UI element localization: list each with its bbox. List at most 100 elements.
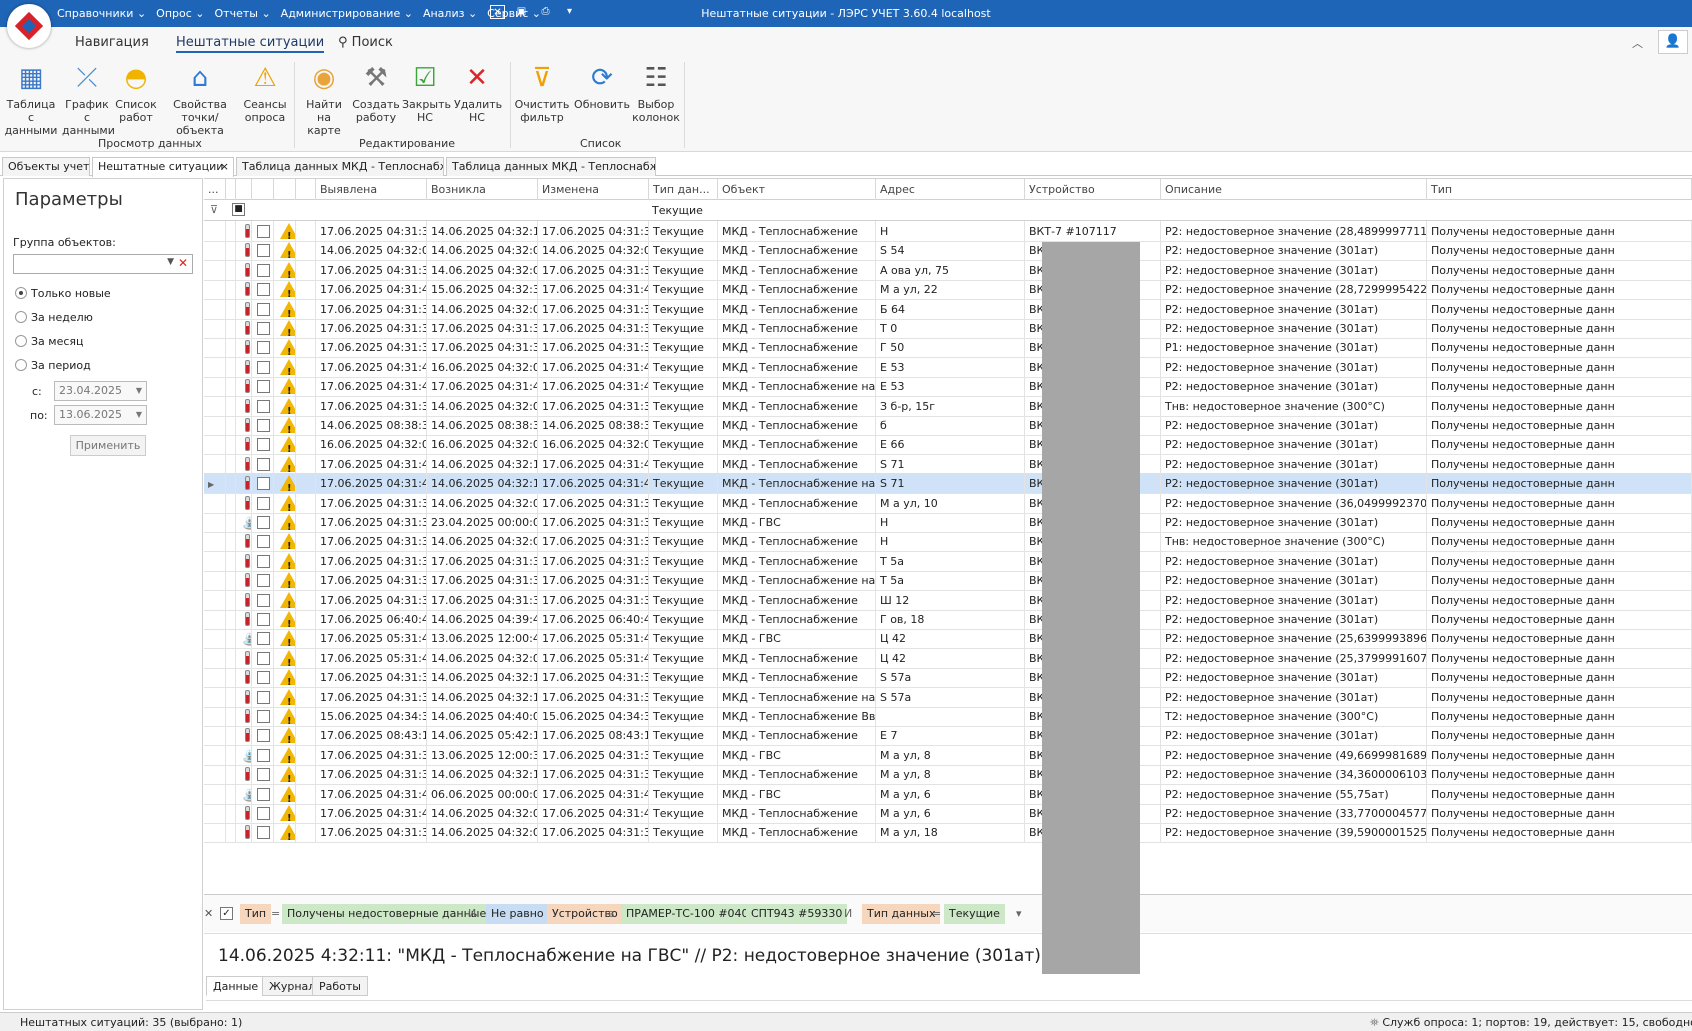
- data-table-button[interactable]: ▦ Таблица с данными: [4, 62, 58, 137]
- row-checkbox[interactable]: [257, 438, 270, 452]
- row-checkbox[interactable]: [257, 360, 270, 374]
- delete-incident-button[interactable]: ✕ Удалить НС: [454, 62, 502, 124]
- filter-field-data-type[interactable]: Тип данных: [862, 904, 941, 924]
- row-checkbox[interactable]: [257, 690, 270, 704]
- table-row[interactable]: 17.06.2025 04:31:3917.06.2025 04:31:3817…: [204, 570, 1692, 592]
- checkbox-cell[interactable]: [252, 570, 274, 592]
- checkbox-cell[interactable]: [252, 492, 274, 514]
- row-checkbox[interactable]: [257, 710, 270, 723]
- radio-month[interactable]: За месяц: [15, 335, 84, 348]
- checkbox-cell[interactable]: [252, 686, 274, 708]
- column-header[interactable]: [252, 179, 274, 200]
- table-row[interactable]: 17.06.2025 06:40:4614.06.2025 04:39:4317…: [204, 609, 1692, 630]
- checkbox-cell[interactable]: [252, 744, 274, 766]
- table-row[interactable]: 17.06.2025 08:43:1014.06.2025 05:42:1717…: [204, 725, 1692, 747]
- checkbox-cell[interactable]: [252, 512, 274, 533]
- table-row[interactable]: 17.06.2025 04:31:3814.06.2025 04:32:1317…: [204, 667, 1692, 689]
- checkbox-cell[interactable]: [252, 259, 274, 281]
- select-all-checkbox[interactable]: ■: [232, 203, 245, 216]
- object-properties-button[interactable]: ⌂ Свойства точки/объекта: [160, 62, 240, 137]
- row-checkbox[interactable]: [257, 302, 270, 316]
- row-checkbox[interactable]: [257, 729, 270, 743]
- checkbox-cell[interactable]: [252, 589, 274, 611]
- row-checkbox[interactable]: [257, 807, 270, 820]
- tab-incidents[interactable]: Нештатные ситуации: [176, 35, 325, 53]
- filter-type-value[interactable]: Текущие: [652, 204, 703, 217]
- table-row[interactable]: 17.06.2025 04:31:4017.06.2025 04:31:4017…: [204, 376, 1692, 398]
- filter-op-in[interactable]: в: [608, 904, 614, 924]
- horizontal-scrollbar[interactable]: [206, 1000, 1692, 1008]
- collapse-ribbon-icon[interactable]: ︿: [1632, 35, 1643, 51]
- create-work-button[interactable]: ⚒ Создать работу: [352, 62, 400, 124]
- row-checkbox[interactable]: [257, 632, 270, 646]
- table-row[interactable]: 17.06.2025 04:31:3417.06.2025 04:31:3417…: [204, 318, 1692, 339]
- row-checkbox[interactable]: [257, 516, 270, 529]
- table-row[interactable]: 17.06.2025 04:31:4314.06.2025 04:32:0817…: [204, 803, 1692, 824]
- checkbox-cell[interactable]: [252, 667, 274, 689]
- checkbox-cell[interactable]: [252, 376, 274, 398]
- table-row[interactable]: 17.06.2025 05:31:4814.06.2025 04:32:0617…: [204, 647, 1692, 669]
- row-checkbox[interactable]: [257, 457, 270, 471]
- table-row[interactable]: 14.06.2025 08:38:3614.06.2025 08:38:3614…: [204, 415, 1692, 436]
- checkbox-cell[interactable]: [252, 453, 274, 475]
- to-date-input[interactable]: 13.06.2025 ▼: [54, 405, 147, 425]
- chevron-down-icon[interactable]: ▼: [167, 257, 174, 267]
- tab-data[interactable]: Данные: [206, 976, 266, 996]
- row-checkbox[interactable]: [257, 554, 270, 568]
- checkbox-cell[interactable]: [252, 628, 274, 650]
- clear-icon[interactable]: ✕: [178, 256, 188, 270]
- poll-sessions-button[interactable]: ⚠ Сеансы опроса: [242, 62, 288, 124]
- filter-op-eq-2[interactable]: =: [932, 904, 941, 924]
- table-row[interactable]: 17.06.2025 04:31:3917.06.2025 04:31:3817…: [204, 550, 1692, 572]
- table-row[interactable]: 16.06.2025 04:32:0216.06.2025 04:32:0216…: [204, 434, 1692, 456]
- column-header[interactable]: ...: [204, 179, 226, 200]
- apply-button[interactable]: Применить: [70, 435, 146, 456]
- filter-op-eq[interactable]: =: [271, 904, 280, 924]
- row-checkbox[interactable]: [257, 263, 270, 277]
- row-checkbox[interactable]: [257, 651, 270, 665]
- choose-columns-button[interactable]: ☷ Выбор колонок: [632, 62, 680, 124]
- row-checkbox[interactable]: [257, 380, 270, 394]
- checkbox-cell[interactable]: [252, 550, 274, 572]
- filter-value-data-type[interactable]: Текущие: [944, 904, 1005, 924]
- column-header[interactable]: [274, 179, 296, 200]
- checkbox-cell[interactable]: [252, 318, 274, 339]
- filter-icon[interactable]: ⊽: [210, 203, 218, 216]
- tab-works[interactable]: Работы: [312, 976, 368, 996]
- row-checkbox[interactable]: [257, 535, 270, 549]
- checkbox-cell[interactable]: [252, 473, 274, 495]
- column-header[interactable]: Возникла: [427, 179, 538, 200]
- table-row[interactable]: ⛲ 17.06.2025 04:31:4306.06.2025 00:00:001…: [204, 783, 1692, 805]
- checkbox-cell[interactable]: [252, 279, 274, 301]
- row-checkbox[interactable]: [257, 477, 270, 491]
- row-checkbox[interactable]: [257, 768, 270, 782]
- checkbox-cell[interactable]: [252, 783, 274, 805]
- column-header[interactable]: Описание: [1161, 179, 1427, 200]
- table-row[interactable]: ⛲ 17.06.2025 05:31:4813.06.2025 12:00:411…: [204, 628, 1692, 650]
- table-row[interactable]: ▶ 17.06.2025 04:31:4214.06.2025 04:32:111…: [204, 473, 1692, 495]
- column-header[interactable]: Объект: [718, 179, 876, 200]
- column-header[interactable]: [236, 179, 252, 200]
- row-checkbox[interactable]: [257, 244, 270, 258]
- table-row[interactable]: 17.06.2025 04:31:3314.06.2025 04:32:0917…: [204, 395, 1692, 417]
- table-row[interactable]: 17.06.2025 04:31:3414.06.2025 04:32:0517…: [204, 298, 1692, 320]
- table-row[interactable]: 17.06.2025 04:31:4214.06.2025 04:32:1117…: [204, 453, 1692, 475]
- checkbox-cell[interactable]: [252, 415, 274, 436]
- filter-dropdown-icon[interactable]: ▾: [1016, 904, 1022, 924]
- row-checkbox[interactable]: [257, 496, 270, 510]
- user-icon[interactable]: 👤: [1658, 30, 1688, 54]
- table-row[interactable]: 17.06.2025 04:31:3814.06.2025 04:32:1317…: [204, 686, 1692, 708]
- doc-tab-accounting-objects[interactable]: Объекты учета: [2, 157, 90, 176]
- row-checkbox[interactable]: [257, 593, 270, 607]
- column-header[interactable]: Выявлена: [316, 179, 427, 200]
- checkbox-cell[interactable]: [252, 356, 274, 378]
- checkbox-cell[interactable]: [252, 725, 274, 747]
- row-checkbox[interactable]: [257, 613, 270, 626]
- works-list-button[interactable]: ◓ Список работ: [114, 62, 158, 124]
- column-header[interactable]: [226, 179, 236, 200]
- row-checkbox[interactable]: [257, 574, 270, 588]
- table-row[interactable]: 17.06.2025 04:31:4015.06.2025 04:32:3317…: [204, 279, 1692, 301]
- radio-week[interactable]: За неделю: [15, 311, 93, 324]
- column-header[interactable]: Тип: [1427, 179, 1692, 200]
- radio-only-new[interactable]: Только новые: [15, 287, 111, 300]
